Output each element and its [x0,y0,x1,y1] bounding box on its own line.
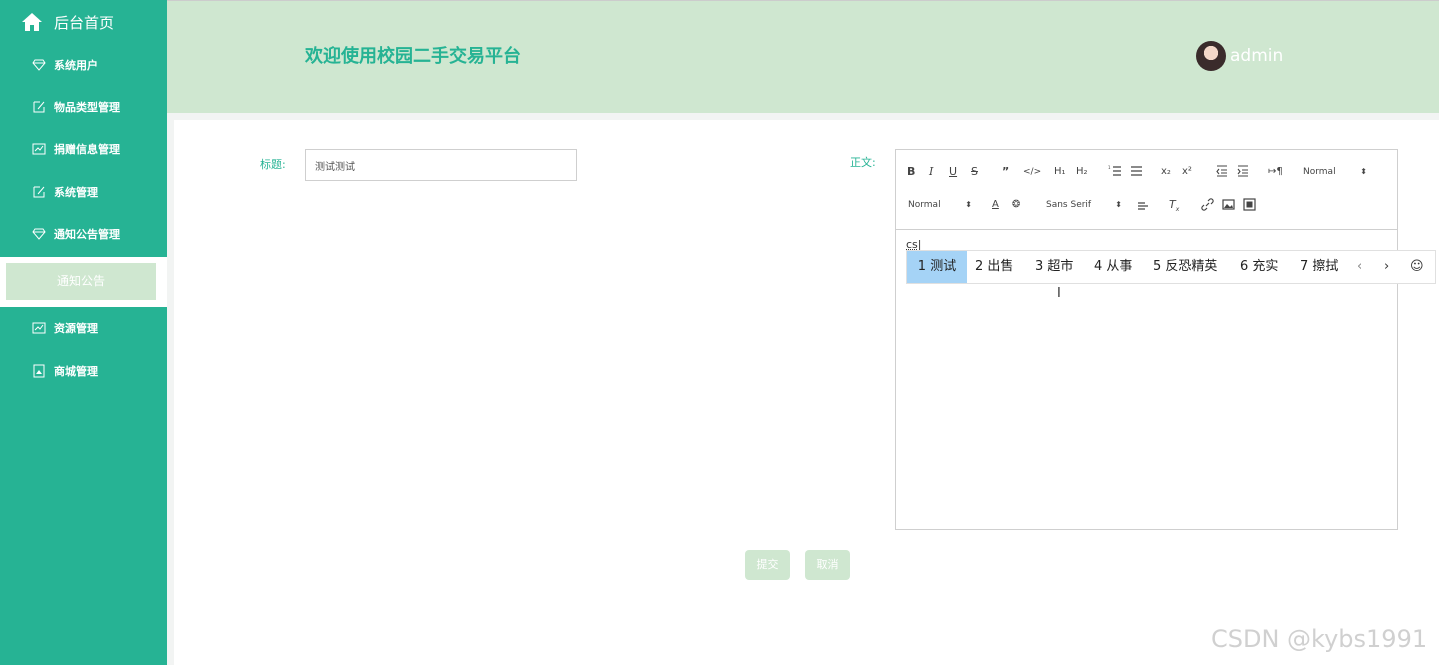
sidebar-item-notice-management[interactable]: 通知公告管理 [0,217,167,255]
chart-icon [32,143,46,155]
sidebar-item-system-management[interactable]: 系统管理 [0,175,167,213]
sidebar-item-system-users[interactable]: 系统用户 [0,48,167,86]
code-icon[interactable]: </> [1023,164,1041,180]
ime-candidate-number: 1 [917,259,927,274]
ime-candidate-number: 6 [1240,259,1249,274]
font-select-value: Sans Serif [1046,200,1092,210]
select-arrows-icon: ⬍ [1360,167,1367,176]
align-icon[interactable] [1136,198,1150,214]
ime-candidate-text: 超市 [1047,259,1074,274]
text-cursor-icon: I [1057,286,1061,301]
ime-candidate[interactable]: 5 反恐精英 [1153,251,1217,283]
size-select-value: Normal [908,200,941,210]
sidebar-subitem-notice[interactable]: 通知公告 [0,257,167,307]
title-input[interactable] [305,149,577,181]
page-title: 欢迎使用校园二手交易平台 [305,46,521,67]
font-color-icon[interactable]: A [992,197,999,213]
superscript-icon[interactable]: x² [1182,164,1192,180]
edit-icon [33,101,45,113]
header-select[interactable]: Normal ⬍ [1303,164,1367,180]
subscript-icon[interactable]: x₂ [1161,164,1171,180]
sidebar-subitem-label: 通知公告 [6,263,156,300]
cancel-button[interactable]: 取消 [805,550,850,580]
ime-candidate-text: 测试 [930,259,957,274]
outdent-icon[interactable] [1215,164,1229,180]
underline-button[interactable]: U [949,164,957,180]
header-select-value: Normal [1303,167,1336,177]
emoji-icon[interactable]: ☺ [1410,251,1424,283]
sidebar: 后台首页 系统用户 物品类型管理 捐赠信息管理 系统管理 通知公告管理 通知公告 [0,0,167,665]
editor-toolbar: B I U S ” </> H₁ H₂ 1 x₂ x² ↦¶ Normal ⬍ … [896,150,1397,230]
ime-candidate-number: 2 [975,259,984,274]
watermark: CSDN @kybs1991 [1211,625,1428,653]
select-arrows-icon: ⬍ [1115,200,1122,209]
blockquote-icon[interactable]: ” [1002,164,1009,180]
svg-text:1: 1 [1108,165,1111,170]
ime-candidate[interactable]: 7 擦拭 [1300,251,1338,283]
ime-candidate-text: 反恐精英 [1165,259,1218,274]
sidebar-item-label: 通知公告管理 [54,228,120,241]
chevron-left-icon[interactable]: ‹ [1357,251,1362,283]
video-icon[interactable] [1243,198,1256,214]
italic-button[interactable]: I [929,164,933,180]
home-icon [22,13,42,31]
text-direction-icon[interactable]: ↦¶ [1268,164,1283,180]
diamond-icon [32,59,46,71]
font-select[interactable]: Sans Serif ⬍ [1046,197,1122,213]
clear-format-icon[interactable]: Tx [1169,197,1179,213]
ime-candidate-text: 出售 [987,259,1014,274]
background-color-icon[interactable]: ❂ [1012,197,1020,213]
ime-candidate-number: 7 [1300,259,1309,274]
ime-candidate-number: 4 [1094,259,1103,274]
main-content: 标题: 正文: B I U S ” </> H₁ H₂ 1 x₂ x² [174,120,1439,665]
submit-button[interactable]: 提交 [745,550,790,580]
ime-candidate-text: 擦拭 [1312,259,1339,274]
select-arrows-icon: ⬍ [965,200,972,209]
sidebar-item-resource-management[interactable]: 资源管理 [0,311,167,349]
avatar[interactable] [1196,41,1226,71]
sidebar-item-label: 物品类型管理 [54,101,120,114]
sidebar-item-mall-management[interactable]: 商城管理 [0,354,167,392]
sidebar-home[interactable]: 后台首页 [0,0,167,46]
ime-candidate-number: 5 [1153,259,1162,274]
diamond-icon [32,228,46,240]
sidebar-item-label: 资源管理 [54,322,98,335]
ime-candidate-number: 3 [1035,259,1044,274]
sidebar-home-label: 后台首页 [54,14,115,32]
indent-icon[interactable] [1236,164,1250,180]
link-icon[interactable] [1201,198,1214,214]
chart-icon [32,322,46,334]
ime-candidate[interactable]: 4 从事 [1094,251,1132,283]
picture-icon [33,364,45,378]
size-select[interactable]: Normal ⬍ [908,197,972,213]
ime-candidate-text: 从事 [1106,259,1133,274]
sidebar-item-donation-info[interactable]: 捐赠信息管理 [0,132,167,170]
rich-text-editor[interactable]: B I U S ” </> H₁ H₂ 1 x₂ x² ↦¶ Normal ⬍ … [895,149,1398,530]
ime-candidate[interactable]: 6 充实 [1240,251,1278,283]
title-label: 标题: [260,158,286,171]
ime-candidate-bar: 1 测试 2 出售 3 超市 4 从事 5 反恐精英 6 充实 7 擦拭 ‹ ›… [906,250,1436,284]
username[interactable]: admin [1230,45,1283,67]
ime-candidate[interactable]: 3 超市 [1035,251,1073,283]
header2-icon[interactable]: H₂ [1076,164,1088,180]
bullet-list-icon[interactable] [1129,164,1143,180]
ime-candidate-text: 充实 [1252,259,1279,274]
sidebar-item-label: 系统用户 [54,59,98,72]
edit-icon [33,186,45,198]
chevron-right-icon[interactable]: › [1384,251,1389,283]
ordered-list-icon[interactable]: 1 [1108,164,1122,180]
sidebar-item-label: 系统管理 [54,186,98,199]
ime-candidate[interactable]: 1 测试 [907,251,967,283]
bold-button[interactable]: B [907,164,915,180]
sidebar-item-label: 捐赠信息管理 [54,143,120,156]
image-icon[interactable] [1222,198,1235,214]
header1-icon[interactable]: H₁ [1054,164,1066,180]
ime-candidate[interactable]: 2 出售 [975,251,1013,283]
sidebar-item-label: 商城管理 [54,365,98,378]
body-label: 正文: [850,156,876,169]
strike-button[interactable]: S [971,164,978,180]
header: 欢迎使用校园二手交易平台 admin [167,0,1439,113]
sidebar-item-item-types[interactable]: 物品类型管理 [0,90,167,128]
